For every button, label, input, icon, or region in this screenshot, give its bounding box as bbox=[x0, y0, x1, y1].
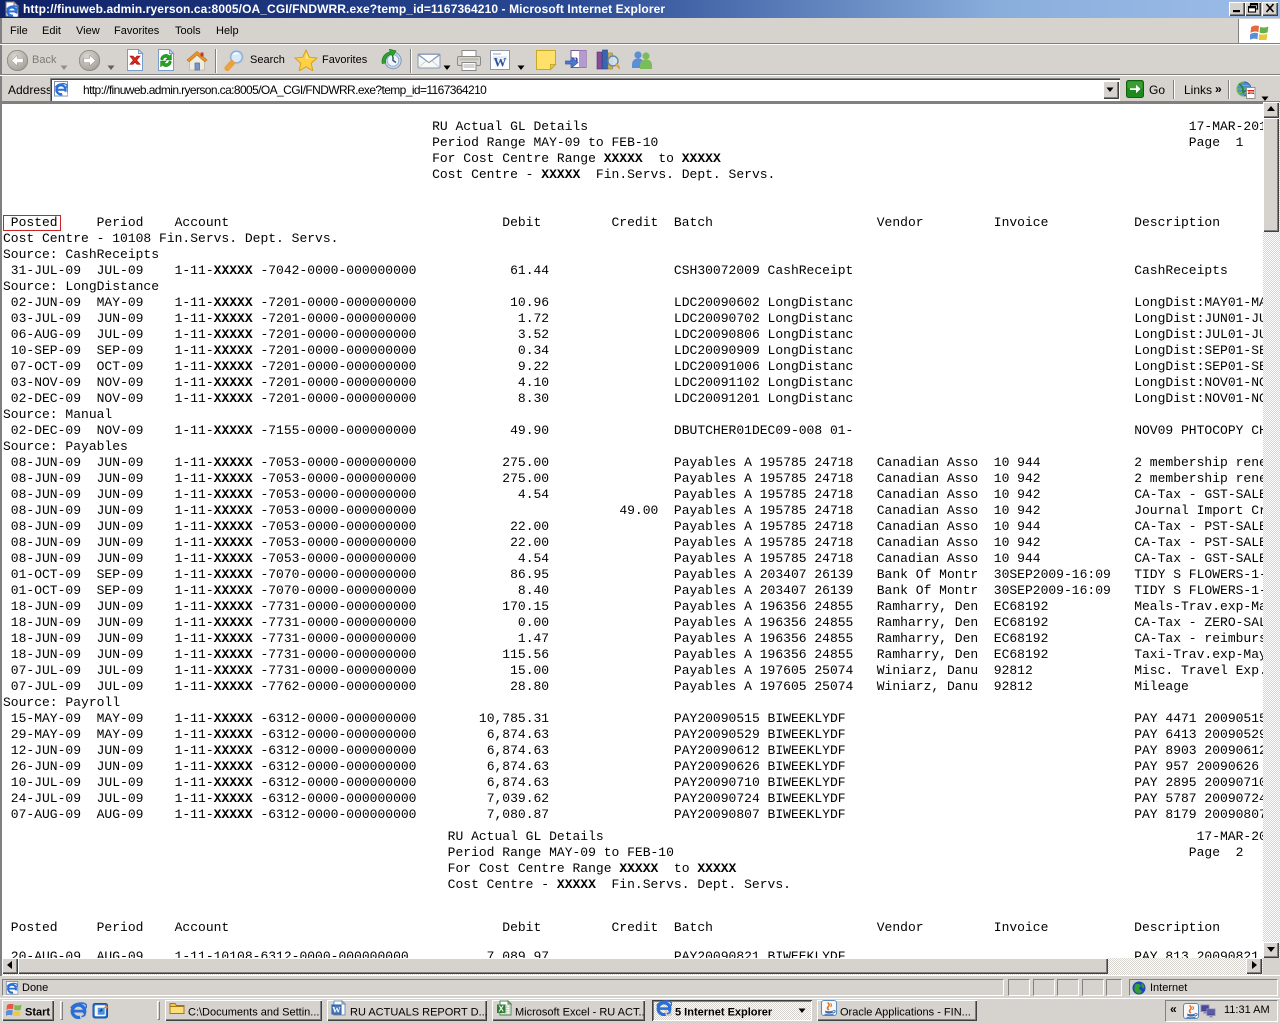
svg-text:X: X bbox=[499, 1004, 505, 1013]
svg-text:W: W bbox=[494, 55, 507, 70]
svg-text:PDF: PDF bbox=[1247, 90, 1255, 94]
svg-text:W: W bbox=[332, 1004, 341, 1014]
